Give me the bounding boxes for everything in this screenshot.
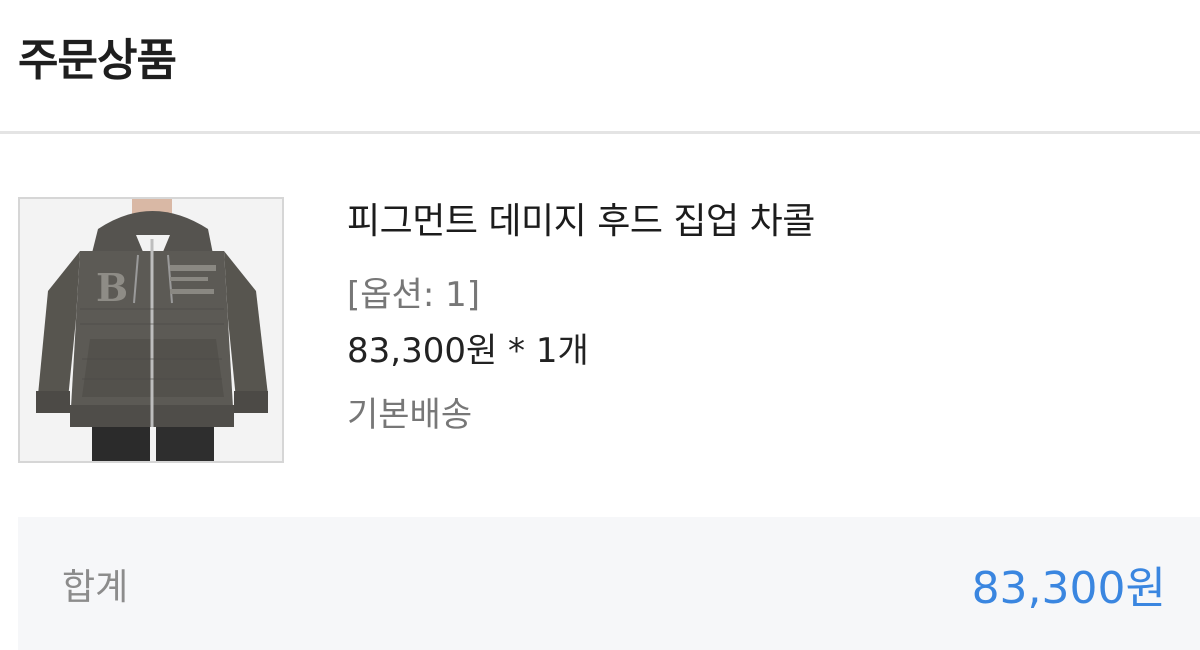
order-item[interactable]: B 피그먼트 데미지 후드 집업 차콜 [옵션: 1] 83,300원 * 1개… <box>0 134 1200 517</box>
order-products-panel: 주문상품 B 피그먼트 데미지 후드 집업 차콜 [옵션: 1] 83,300원… <box>0 0 1200 650</box>
shipping-method: 기본배송 <box>347 395 473 435</box>
product-info: 피그먼트 데미지 후드 집업 차콜 [옵션: 1] 83,300원 * 1개 기… <box>347 194 815 438</box>
section-title: 주문상품 <box>18 34 177 86</box>
total-amount: 83,300원 <box>971 562 1166 614</box>
product-name[interactable]: 피그먼트 데미지 후드 집업 차콜 <box>347 194 815 250</box>
product-price-quantity: 83,300원 * 1개 <box>347 331 589 371</box>
svg-text:B: B <box>96 265 128 310</box>
product-option: [옵션: 1] <box>347 275 480 315</box>
total-label: 합계 <box>62 566 129 608</box>
section-header: 주문상품 <box>0 0 1200 134</box>
order-total-bar: 합계 83,300원 <box>18 517 1200 650</box>
hoodie-image: B <box>20 199 282 461</box>
product-thumbnail[interactable]: B <box>18 197 284 463</box>
